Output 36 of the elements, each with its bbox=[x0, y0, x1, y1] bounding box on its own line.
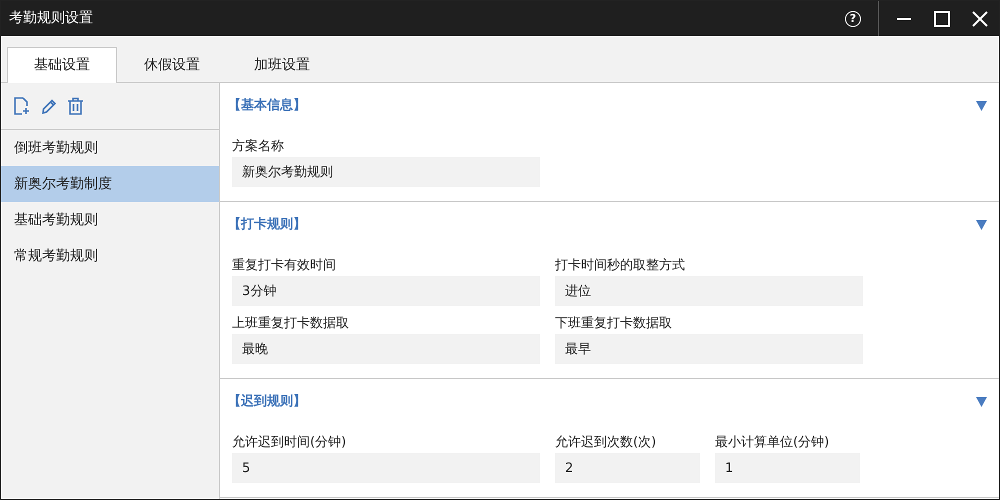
field-label: 下班重复打卡数据取 bbox=[555, 315, 673, 333]
field-label: 方案名称 bbox=[232, 138, 285, 156]
tab[interactable]: 基础设置 bbox=[7, 47, 117, 83]
sidebar-item[interactable]: 倒班考勤规则 bbox=[1, 130, 219, 166]
sidebar-item[interactable]: 基础考勤规则 bbox=[1, 202, 219, 238]
sidebar-item[interactable]: 常规考勤规则 bbox=[1, 238, 219, 274]
input-field[interactable]: 最晚 bbox=[232, 334, 540, 364]
input-field[interactable]: 新奥尔考勤规则 bbox=[232, 157, 540, 187]
input-field[interactable]: 最早 bbox=[555, 334, 863, 364]
field-label: 打卡时间秒的取整方式 bbox=[555, 257, 686, 275]
input-field[interactable]: 5 bbox=[232, 453, 540, 483]
field-label: 允许迟到次数(次) bbox=[555, 434, 658, 452]
add-page-icon[interactable] bbox=[13, 97, 30, 115]
help-button[interactable]: ? bbox=[834, 1, 872, 36]
section-title: 【打卡规则】 bbox=[228, 216, 306, 234]
maximize-icon[interactable] bbox=[934, 10, 950, 26]
field-label: 允许迟到时间(分钟) bbox=[232, 434, 348, 452]
input-field[interactable]: 进位 bbox=[555, 276, 863, 306]
section-title: 【基本信息】 bbox=[228, 97, 306, 116]
input-field[interactable]: 3分钟 bbox=[232, 276, 540, 306]
sidebar-item[interactable]: 新奥尔考勤制度 bbox=[1, 166, 219, 202]
collapse-arrow-icon[interactable] bbox=[976, 101, 987, 111]
section-title: 【迟到规则】 bbox=[228, 393, 306, 412]
delete-icon[interactable] bbox=[67, 97, 84, 115]
tab[interactable]: 加班设置 bbox=[227, 47, 337, 83]
input-field[interactable]: 1 bbox=[715, 453, 860, 483]
field-label: 最小计算单位(分钟) bbox=[715, 434, 830, 452]
collapse-arrow-icon[interactable] bbox=[976, 220, 987, 230]
window-title: 考勤规则设置 bbox=[9, 9, 93, 28]
field-label: 上班重复打卡数据取 bbox=[232, 315, 350, 333]
field-label: 重复打卡有效时间 bbox=[232, 257, 337, 275]
close-icon[interactable] bbox=[972, 10, 988, 26]
edit-icon[interactable] bbox=[40, 97, 57, 115]
tab[interactable]: 休假设置 bbox=[117, 47, 227, 83]
collapse-arrow-icon[interactable] bbox=[976, 397, 987, 407]
input-field[interactable]: 2 bbox=[555, 453, 700, 483]
